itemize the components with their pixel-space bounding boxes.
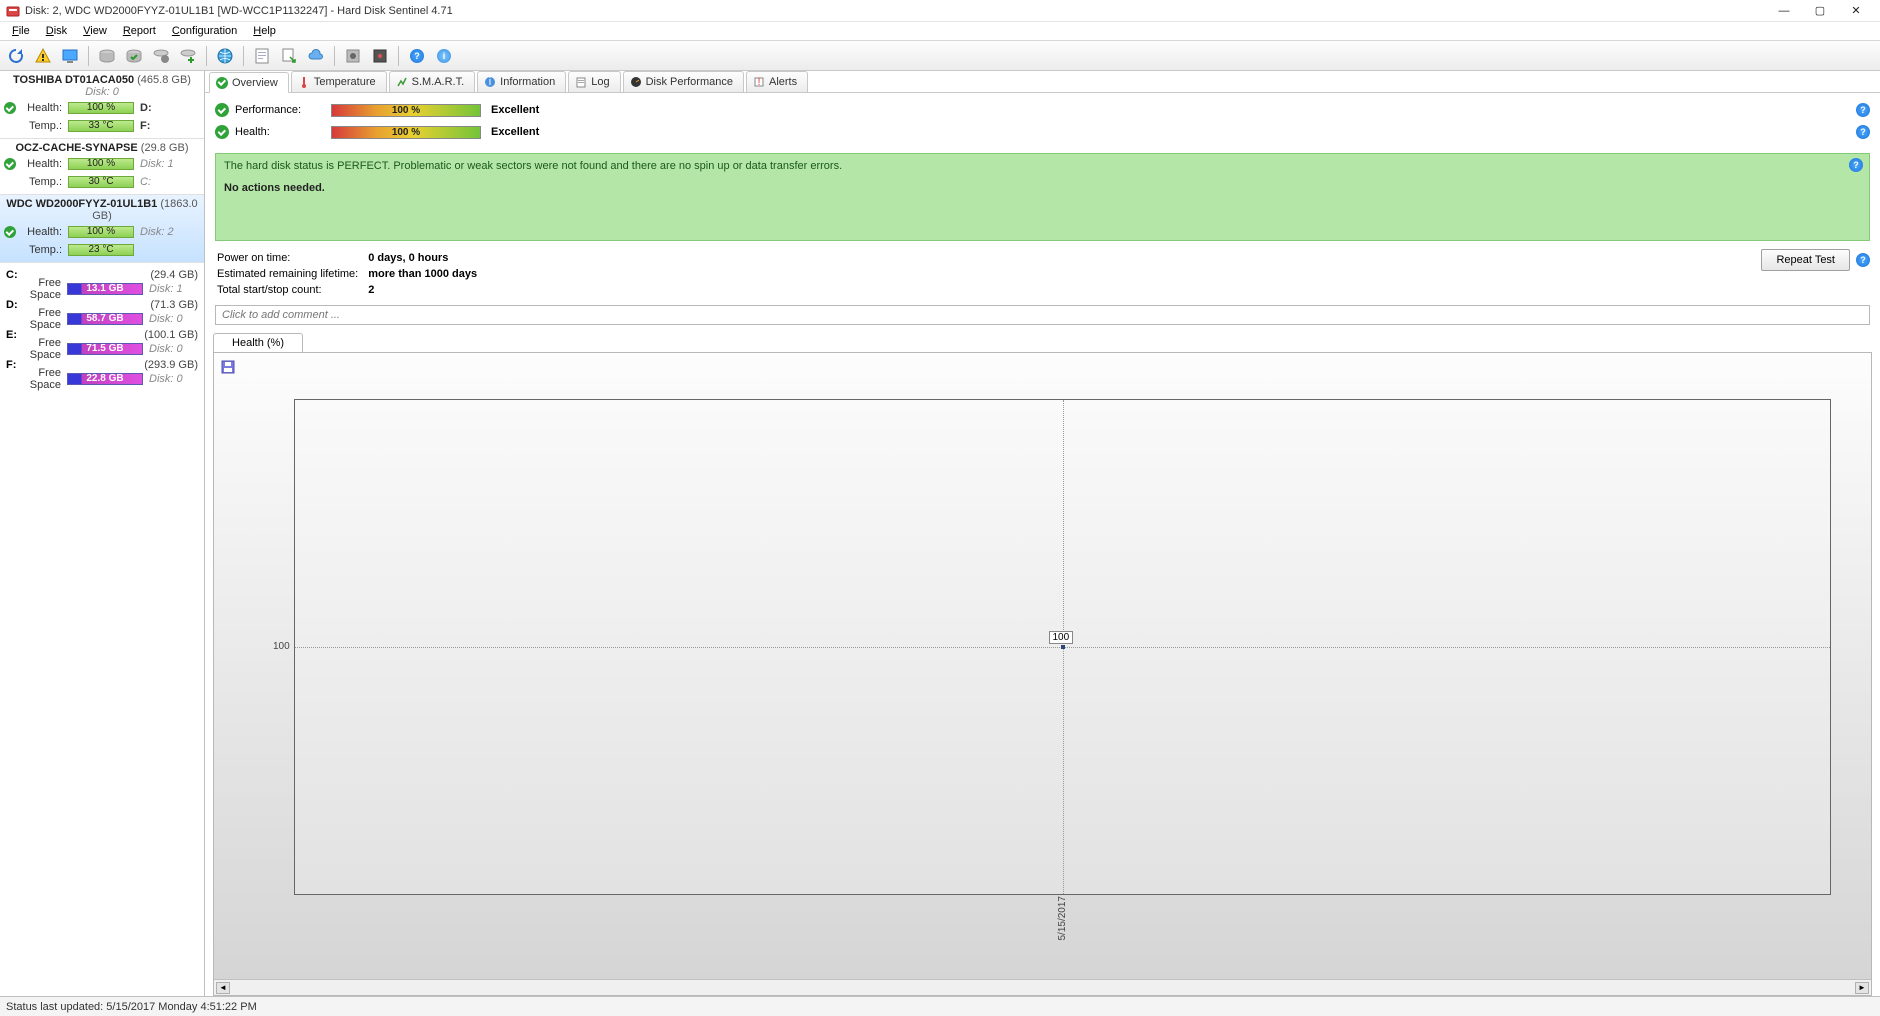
maximize-button[interactable]: ▢ [1802,1,1838,21]
info-icon[interactable]: i [432,44,456,68]
save-chart-icon[interactable] [218,357,238,377]
stats-section: Power on time:0 days, 0 hours Estimated … [205,245,1880,301]
comment-section [215,305,1870,325]
cloud-icon[interactable] [304,44,328,68]
toolbar: ? i [0,41,1880,71]
content-tabs: Overview Temperature S.M.A.R.T. iInforma… [205,71,1880,93]
main-panel: Overview Temperature S.M.A.R.T. iInforma… [205,71,1880,996]
menu-help[interactable]: Help [245,22,284,41]
svg-text:i: i [489,76,491,88]
tab-log[interactable]: Log [568,71,620,92]
smart-icon [396,76,408,88]
globe-icon[interactable] [213,44,237,68]
chart-tab-health[interactable]: Health (%) [213,333,303,352]
status-action: No actions needed. [224,182,1861,194]
help-icon[interactable]: ? [1856,103,1870,117]
menu-report[interactable]: Report [115,22,164,41]
info-tab-icon: i [484,76,496,88]
sidebar: TOSHIBA DT01ACA050 (465.8 GB) Disk: 0Hea… [0,71,205,996]
tab-overview[interactable]: Overview [209,72,289,93]
app-icon [6,4,20,18]
statusbar: Status last updated: 5/15/2017 Monday 4:… [0,996,1880,1016]
power-on-time-value: 0 days, 0 hours [368,251,485,265]
check-icon [215,103,229,117]
tab-smart[interactable]: S.M.A.R.T. [389,71,476,92]
menu-disk[interactable]: Disk [38,22,75,41]
health-label: Health: [235,126,331,138]
scroll-left-icon[interactable]: ◄ [216,982,230,994]
power-on-time-label: Power on time: [217,251,366,265]
report-icon[interactable] [250,44,274,68]
status-box: The hard disk status is PERFECT. Problem… [215,153,1870,241]
minimize-button[interactable]: — [1766,1,1802,21]
warning-icon[interactable] [31,44,55,68]
volume-item[interactable]: F:(293.9 GB)Free Space22.8 GBDisk: 0 [0,357,204,387]
tab-performance[interactable]: Disk Performance [623,71,744,92]
scroll-right-icon[interactable]: ► [1855,982,1869,994]
health-bar: 100 % [331,126,481,139]
alert-icon: ! [753,76,765,88]
status-text: The hard disk status is PERFECT. Problem… [224,160,1861,172]
chart-y-tick: 100 [273,641,290,652]
chart-x-tick: 5/15/2017 [1057,896,1068,941]
disk-item[interactable]: WDC WD2000FYYZ-01UL1B1 (1863.0 GB) Healt… [0,195,204,263]
disk-plus-icon[interactable] [176,44,200,68]
check-icon [4,158,16,170]
chart-plot: 100 100 5/15/2017 [294,399,1831,895]
tab-alerts[interactable]: !Alerts [746,71,808,92]
log-icon [575,76,587,88]
check-icon [4,226,16,238]
disk-check-icon[interactable] [122,44,146,68]
status-text: Status last updated: 5/15/2017 Monday 4:… [6,1001,257,1013]
tab-temperature[interactable]: Temperature [291,71,387,92]
disk-grey-icon[interactable] [95,44,119,68]
titlebar: Disk: 2, WDC WD2000FYYZ-01UL1B1 [WD-WCC1… [0,0,1880,22]
tab-information[interactable]: iInformation [477,71,566,92]
menubar: File Disk View Report Configuration Help [0,22,1880,41]
disk-item[interactable]: TOSHIBA DT01ACA050 (465.8 GB) Disk: 0Hea… [0,71,204,139]
performance-bar: 100 % [331,104,481,117]
thermometer-icon [298,76,310,88]
chart-point [1061,645,1065,649]
help-icon[interactable]: ? [1856,125,1870,139]
comment-input[interactable] [215,305,1870,325]
tool-icon-2[interactable] [368,44,392,68]
performance-label: Performance: [235,104,331,116]
chart-pane: 100 100 5/15/2017 ◄ ► [213,352,1872,996]
start-stop-value: 2 [368,283,485,297]
check-icon [4,102,16,114]
check-icon [216,77,228,89]
menu-configuration[interactable]: Configuration [164,22,245,41]
repeat-test-button[interactable]: Repeat Test [1761,249,1850,271]
refresh-icon[interactable] [4,44,28,68]
svg-text:!: ! [757,76,760,88]
volume-item[interactable]: E:(100.1 GB)Free Space71.5 GBDisk: 0 [0,327,204,357]
monitor-icon[interactable] [58,44,82,68]
volume-item[interactable]: C:(29.4 GB)Free Space13.1 GBDisk: 1 [0,267,204,297]
remaining-lifetime-value: more than 1000 days [368,267,485,281]
remaining-lifetime-label: Estimated remaining lifetime: [217,267,366,281]
chart-horizontal-scrollbar[interactable]: ◄ ► [214,979,1871,995]
help-icon[interactable]: ? [405,44,429,68]
health-rating: Excellent [491,126,539,138]
performance-rating: Excellent [491,104,539,116]
disk-gear-icon[interactable] [149,44,173,68]
overview-section: Performance: 100 % Excellent ? Health: 1… [205,93,1880,149]
help-icon[interactable]: ? [1849,158,1863,172]
tool-icon-1[interactable] [341,44,365,68]
send-report-icon[interactable] [277,44,301,68]
menu-file[interactable]: File [4,22,38,41]
check-icon [215,125,229,139]
menu-view[interactable]: View [75,22,115,41]
start-stop-label: Total start/stop count: [217,283,366,297]
help-icon[interactable]: ? [1856,253,1870,267]
chart-point-label: 100 [1049,631,1074,644]
disk-item[interactable]: OCZ-CACHE-SYNAPSE (29.8 GB) Health:100 %… [0,139,204,195]
volume-item[interactable]: D:(71.3 GB)Free Space58.7 GBDisk: 0 [0,297,204,327]
gauge-icon [630,76,642,88]
window-title: Disk: 2, WDC WD2000FYYZ-01UL1B1 [WD-WCC1… [25,5,1766,17]
close-button[interactable]: ✕ [1838,1,1874,21]
